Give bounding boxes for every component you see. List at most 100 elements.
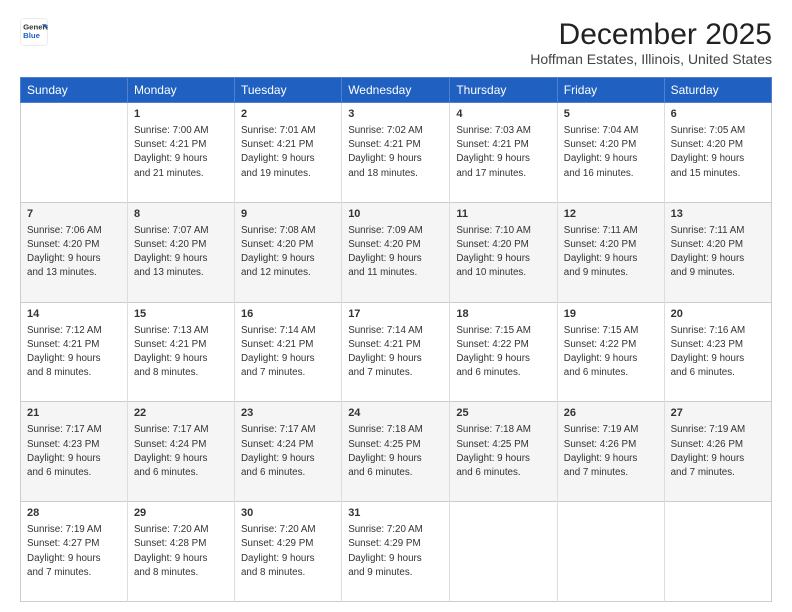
day-info: Sunrise: 7:20 AMSunset: 4:29 PMDaylight:… [241, 523, 335, 580]
day-info: Sunrise: 7:18 AMSunset: 4:25 PMDaylight:… [456, 423, 550, 480]
calendar-week-4: 21Sunrise: 7:17 AMSunset: 4:23 PMDayligh… [21, 402, 772, 502]
title-block: December 2025 Hoffman Estates, Illinois,… [530, 18, 772, 67]
calendar-cell: 26Sunrise: 7:19 AMSunset: 4:26 PMDayligh… [557, 402, 664, 502]
day-number: 8 [134, 207, 228, 223]
header: General Blue December 2025 Hoffman Estat… [20, 18, 772, 67]
day-number: 26 [564, 406, 658, 422]
day-number: 31 [348, 506, 443, 522]
col-monday: Monday [127, 78, 234, 103]
calendar-cell: 12Sunrise: 7:11 AMSunset: 4:20 PMDayligh… [557, 202, 664, 302]
day-info: Sunrise: 7:18 AMSunset: 4:25 PMDaylight:… [348, 423, 443, 480]
day-number: 14 [27, 307, 121, 323]
calendar-cell [450, 502, 557, 602]
day-number: 11 [456, 207, 550, 223]
col-sunday: Sunday [21, 78, 128, 103]
day-number: 27 [671, 406, 765, 422]
day-info: Sunrise: 7:17 AMSunset: 4:24 PMDaylight:… [241, 423, 335, 480]
day-info: Sunrise: 7:17 AMSunset: 4:23 PMDaylight:… [27, 423, 121, 480]
day-info: Sunrise: 7:20 AMSunset: 4:28 PMDaylight:… [134, 523, 228, 580]
calendar-cell: 30Sunrise: 7:20 AMSunset: 4:29 PMDayligh… [234, 502, 341, 602]
calendar-week-3: 14Sunrise: 7:12 AMSunset: 4:21 PMDayligh… [21, 302, 772, 402]
calendar-cell: 17Sunrise: 7:14 AMSunset: 4:21 PMDayligh… [342, 302, 450, 402]
day-info: Sunrise: 7:12 AMSunset: 4:21 PMDaylight:… [27, 324, 121, 381]
calendar-cell: 25Sunrise: 7:18 AMSunset: 4:25 PMDayligh… [450, 402, 557, 502]
calendar-cell: 7Sunrise: 7:06 AMSunset: 4:20 PMDaylight… [21, 202, 128, 302]
day-info: Sunrise: 7:19 AMSunset: 4:26 PMDaylight:… [671, 423, 765, 480]
day-number: 28 [27, 506, 121, 522]
day-number: 22 [134, 406, 228, 422]
calendar-cell: 28Sunrise: 7:19 AMSunset: 4:27 PMDayligh… [21, 502, 128, 602]
day-info: Sunrise: 7:17 AMSunset: 4:24 PMDaylight:… [134, 423, 228, 480]
calendar-week-1: 1Sunrise: 7:00 AMSunset: 4:21 PMDaylight… [21, 103, 772, 203]
svg-text:General: General [23, 23, 48, 32]
day-info: Sunrise: 7:19 AMSunset: 4:27 PMDaylight:… [27, 523, 121, 580]
day-info: Sunrise: 7:04 AMSunset: 4:20 PMDaylight:… [564, 124, 658, 181]
day-number: 17 [348, 307, 443, 323]
col-saturday: Saturday [664, 78, 771, 103]
day-number: 12 [564, 207, 658, 223]
col-tuesday: Tuesday [234, 78, 341, 103]
calendar-cell: 16Sunrise: 7:14 AMSunset: 4:21 PMDayligh… [234, 302, 341, 402]
day-number: 30 [241, 506, 335, 522]
day-info: Sunrise: 7:11 AMSunset: 4:20 PMDaylight:… [564, 224, 658, 281]
day-info: Sunrise: 7:14 AMSunset: 4:21 PMDaylight:… [348, 324, 443, 381]
calendar-cell: 4Sunrise: 7:03 AMSunset: 4:21 PMDaylight… [450, 103, 557, 203]
calendar-cell: 31Sunrise: 7:20 AMSunset: 4:29 PMDayligh… [342, 502, 450, 602]
calendar-cell [664, 502, 771, 602]
calendar-cell [21, 103, 128, 203]
day-number: 9 [241, 207, 335, 223]
calendar-cell: 8Sunrise: 7:07 AMSunset: 4:20 PMDaylight… [127, 202, 234, 302]
calendar-header-row: Sunday Monday Tuesday Wednesday Thursday… [21, 78, 772, 103]
calendar-cell: 6Sunrise: 7:05 AMSunset: 4:20 PMDaylight… [664, 103, 771, 203]
day-info: Sunrise: 7:14 AMSunset: 4:21 PMDaylight:… [241, 324, 335, 381]
subtitle: Hoffman Estates, Illinois, United States [530, 51, 772, 67]
calendar-cell: 29Sunrise: 7:20 AMSunset: 4:28 PMDayligh… [127, 502, 234, 602]
day-number: 25 [456, 406, 550, 422]
day-info: Sunrise: 7:08 AMSunset: 4:20 PMDaylight:… [241, 224, 335, 281]
day-info: Sunrise: 7:15 AMSunset: 4:22 PMDaylight:… [564, 324, 658, 381]
calendar-cell: 3Sunrise: 7:02 AMSunset: 4:21 PMDaylight… [342, 103, 450, 203]
day-info: Sunrise: 7:16 AMSunset: 4:23 PMDaylight:… [671, 324, 765, 381]
calendar-cell: 22Sunrise: 7:17 AMSunset: 4:24 PMDayligh… [127, 402, 234, 502]
calendar-week-5: 28Sunrise: 7:19 AMSunset: 4:27 PMDayligh… [21, 502, 772, 602]
day-number: 20 [671, 307, 765, 323]
calendar-cell: 13Sunrise: 7:11 AMSunset: 4:20 PMDayligh… [664, 202, 771, 302]
col-friday: Friday [557, 78, 664, 103]
day-number: 21 [27, 406, 121, 422]
calendar-cell: 23Sunrise: 7:17 AMSunset: 4:24 PMDayligh… [234, 402, 341, 502]
calendar-cell: 18Sunrise: 7:15 AMSunset: 4:22 PMDayligh… [450, 302, 557, 402]
calendar-cell: 2Sunrise: 7:01 AMSunset: 4:21 PMDaylight… [234, 103, 341, 203]
calendar-cell: 5Sunrise: 7:04 AMSunset: 4:20 PMDaylight… [557, 103, 664, 203]
calendar-cell: 10Sunrise: 7:09 AMSunset: 4:20 PMDayligh… [342, 202, 450, 302]
calendar-cell: 15Sunrise: 7:13 AMSunset: 4:21 PMDayligh… [127, 302, 234, 402]
day-info: Sunrise: 7:09 AMSunset: 4:20 PMDaylight:… [348, 224, 443, 281]
calendar-cell: 11Sunrise: 7:10 AMSunset: 4:20 PMDayligh… [450, 202, 557, 302]
day-info: Sunrise: 7:07 AMSunset: 4:20 PMDaylight:… [134, 224, 228, 281]
day-info: Sunrise: 7:19 AMSunset: 4:26 PMDaylight:… [564, 423, 658, 480]
calendar-cell: 24Sunrise: 7:18 AMSunset: 4:25 PMDayligh… [342, 402, 450, 502]
day-number: 7 [27, 207, 121, 223]
calendar-cell: 19Sunrise: 7:15 AMSunset: 4:22 PMDayligh… [557, 302, 664, 402]
day-number: 1 [134, 107, 228, 123]
calendar-cell [557, 502, 664, 602]
logo: General Blue [20, 18, 48, 46]
col-wednesday: Wednesday [342, 78, 450, 103]
calendar-cell: 21Sunrise: 7:17 AMSunset: 4:23 PMDayligh… [21, 402, 128, 502]
day-info: Sunrise: 7:05 AMSunset: 4:20 PMDaylight:… [671, 124, 765, 181]
day-info: Sunrise: 7:10 AMSunset: 4:20 PMDaylight:… [456, 224, 550, 281]
page: General Blue December 2025 Hoffman Estat… [0, 0, 792, 612]
day-number: 16 [241, 307, 335, 323]
day-info: Sunrise: 7:06 AMSunset: 4:20 PMDaylight:… [27, 224, 121, 281]
main-title: December 2025 [530, 18, 772, 51]
day-number: 15 [134, 307, 228, 323]
day-number: 13 [671, 207, 765, 223]
day-info: Sunrise: 7:00 AMSunset: 4:21 PMDaylight:… [134, 124, 228, 181]
day-number: 2 [241, 107, 335, 123]
calendar-cell: 20Sunrise: 7:16 AMSunset: 4:23 PMDayligh… [664, 302, 771, 402]
day-info: Sunrise: 7:02 AMSunset: 4:21 PMDaylight:… [348, 124, 443, 181]
calendar-cell: 1Sunrise: 7:00 AMSunset: 4:21 PMDaylight… [127, 103, 234, 203]
calendar-cell: 27Sunrise: 7:19 AMSunset: 4:26 PMDayligh… [664, 402, 771, 502]
day-number: 19 [564, 307, 658, 323]
day-number: 4 [456, 107, 550, 123]
svg-text:Blue: Blue [23, 31, 41, 40]
